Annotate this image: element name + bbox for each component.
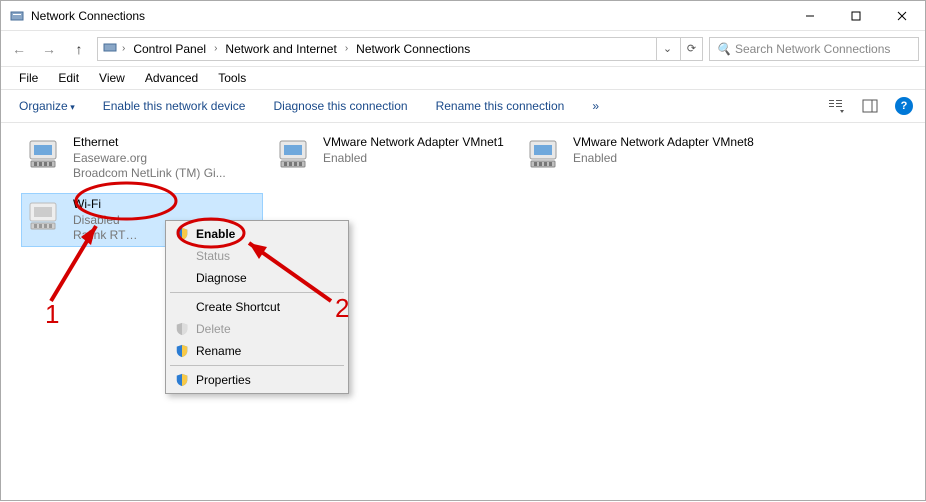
command-bar: Organize Enable this network device Diag… [1,89,925,123]
context-create-shortcut[interactable]: Create Shortcut [168,296,346,318]
adapter-name: VMware Network Adapter VMnet8 [573,135,754,151]
breadcrumb-bar[interactable]: › Control Panel › Network and Internet ›… [97,37,703,61]
shield-icon [174,321,190,337]
maximize-button[interactable] [833,1,879,30]
diagnose-button[interactable]: Diagnose this connection [263,93,417,119]
context-enable[interactable]: Enable [168,223,346,245]
context-label: Create Shortcut [196,300,280,314]
adapter-status: Easeware.org [73,151,226,167]
search-input[interactable] [735,42,912,56]
context-properties[interactable]: Properties [168,369,346,391]
adapter-name: Ethernet [73,135,226,151]
up-button[interactable]: ↑ [67,37,91,61]
forward-button[interactable]: → [37,37,61,61]
adapter-status: Enabled [323,151,504,167]
menu-edit[interactable]: Edit [48,68,89,88]
organize-button[interactable]: Organize [9,93,85,119]
view-options-button[interactable] [823,93,849,119]
window-title: Network Connections [31,9,787,23]
adapter-name: VMware Network Adapter VMnet1 [323,135,504,151]
overflow-button[interactable]: » [582,93,609,119]
context-label: Properties [196,373,251,387]
breadcrumb-separator: › [120,43,127,54]
breadcrumb-control-panel[interactable]: Control Panel [129,42,210,56]
rename-button[interactable]: Rename this connection [426,93,575,119]
menu-tools[interactable]: Tools [208,68,256,88]
adapter-vmnet1[interactable]: VMware Network Adapter VMnet1 Enabled [271,131,513,185]
enable-device-button[interactable]: Enable this network device [93,93,256,119]
adapter-ethernet[interactable]: Ethernet Easeware.org Broadcom NetLink (… [21,131,263,185]
breadcrumb-network-connections[interactable]: Network Connections [352,42,474,56]
menu-file[interactable]: File [9,68,48,88]
search-icon: 🔍 [716,42,731,56]
address-bar: ← → ↑ › Control Panel › Network and Inte… [1,31,925,67]
help-button[interactable]: ? [891,93,917,119]
breadcrumb-separator: › [212,43,219,54]
address-dropdown-button[interactable]: ⌄ [656,38,678,60]
window-icon [9,8,25,24]
context-separator [170,292,344,293]
network-adapter-icon [275,135,315,175]
preview-pane-button[interactable] [857,93,883,119]
shield-icon [174,226,190,242]
close-button[interactable] [879,1,925,30]
network-adapter-icon [25,135,65,175]
context-rename[interactable]: Rename [168,340,346,362]
minimize-button[interactable] [787,1,833,30]
refresh-button[interactable]: ⟳ [680,38,702,60]
adapter-status: Disabled [73,213,137,229]
context-label: Enable [196,227,235,241]
context-status: Status [168,245,346,267]
adapter-name: Wi-Fi [73,197,137,213]
adapter-list: Ethernet Easeware.org Broadcom NetLink (… [1,123,925,255]
back-button[interactable]: ← [7,37,31,61]
shield-icon [174,343,190,359]
context-label: Status [196,249,230,263]
context-separator [170,365,344,366]
breadcrumb-separator: › [343,43,350,54]
annotation-label-1: 1 [45,299,59,329]
context-label: Rename [196,344,241,358]
adapter-device: Broadcom NetLink (TM) Gi... [73,166,226,182]
network-adapter-icon [25,197,65,237]
context-label: Delete [196,322,231,336]
context-label: Diagnose [196,271,247,285]
breadcrumb-network-internet[interactable]: Network and Internet [221,42,340,56]
search-box[interactable]: 🔍 [709,37,919,61]
network-adapter-icon [525,135,565,175]
shield-icon [174,372,190,388]
menu-view[interactable]: View [89,68,135,88]
context-menu: Enable Status Diagnose Create Shortcut D… [165,220,349,394]
menu-bar: File Edit View Advanced Tools [1,67,925,89]
context-delete: Delete [168,318,346,340]
menu-advanced[interactable]: Advanced [135,68,208,88]
adapter-device: Ralink RT… [73,228,137,244]
adapter-status: Enabled [573,151,754,167]
context-diagnose[interactable]: Diagnose [168,267,346,289]
title-bar: Network Connections [1,1,925,31]
breadcrumb-icon [102,39,118,58]
adapter-vmnet8[interactable]: VMware Network Adapter VMnet8 Enabled [521,131,763,185]
